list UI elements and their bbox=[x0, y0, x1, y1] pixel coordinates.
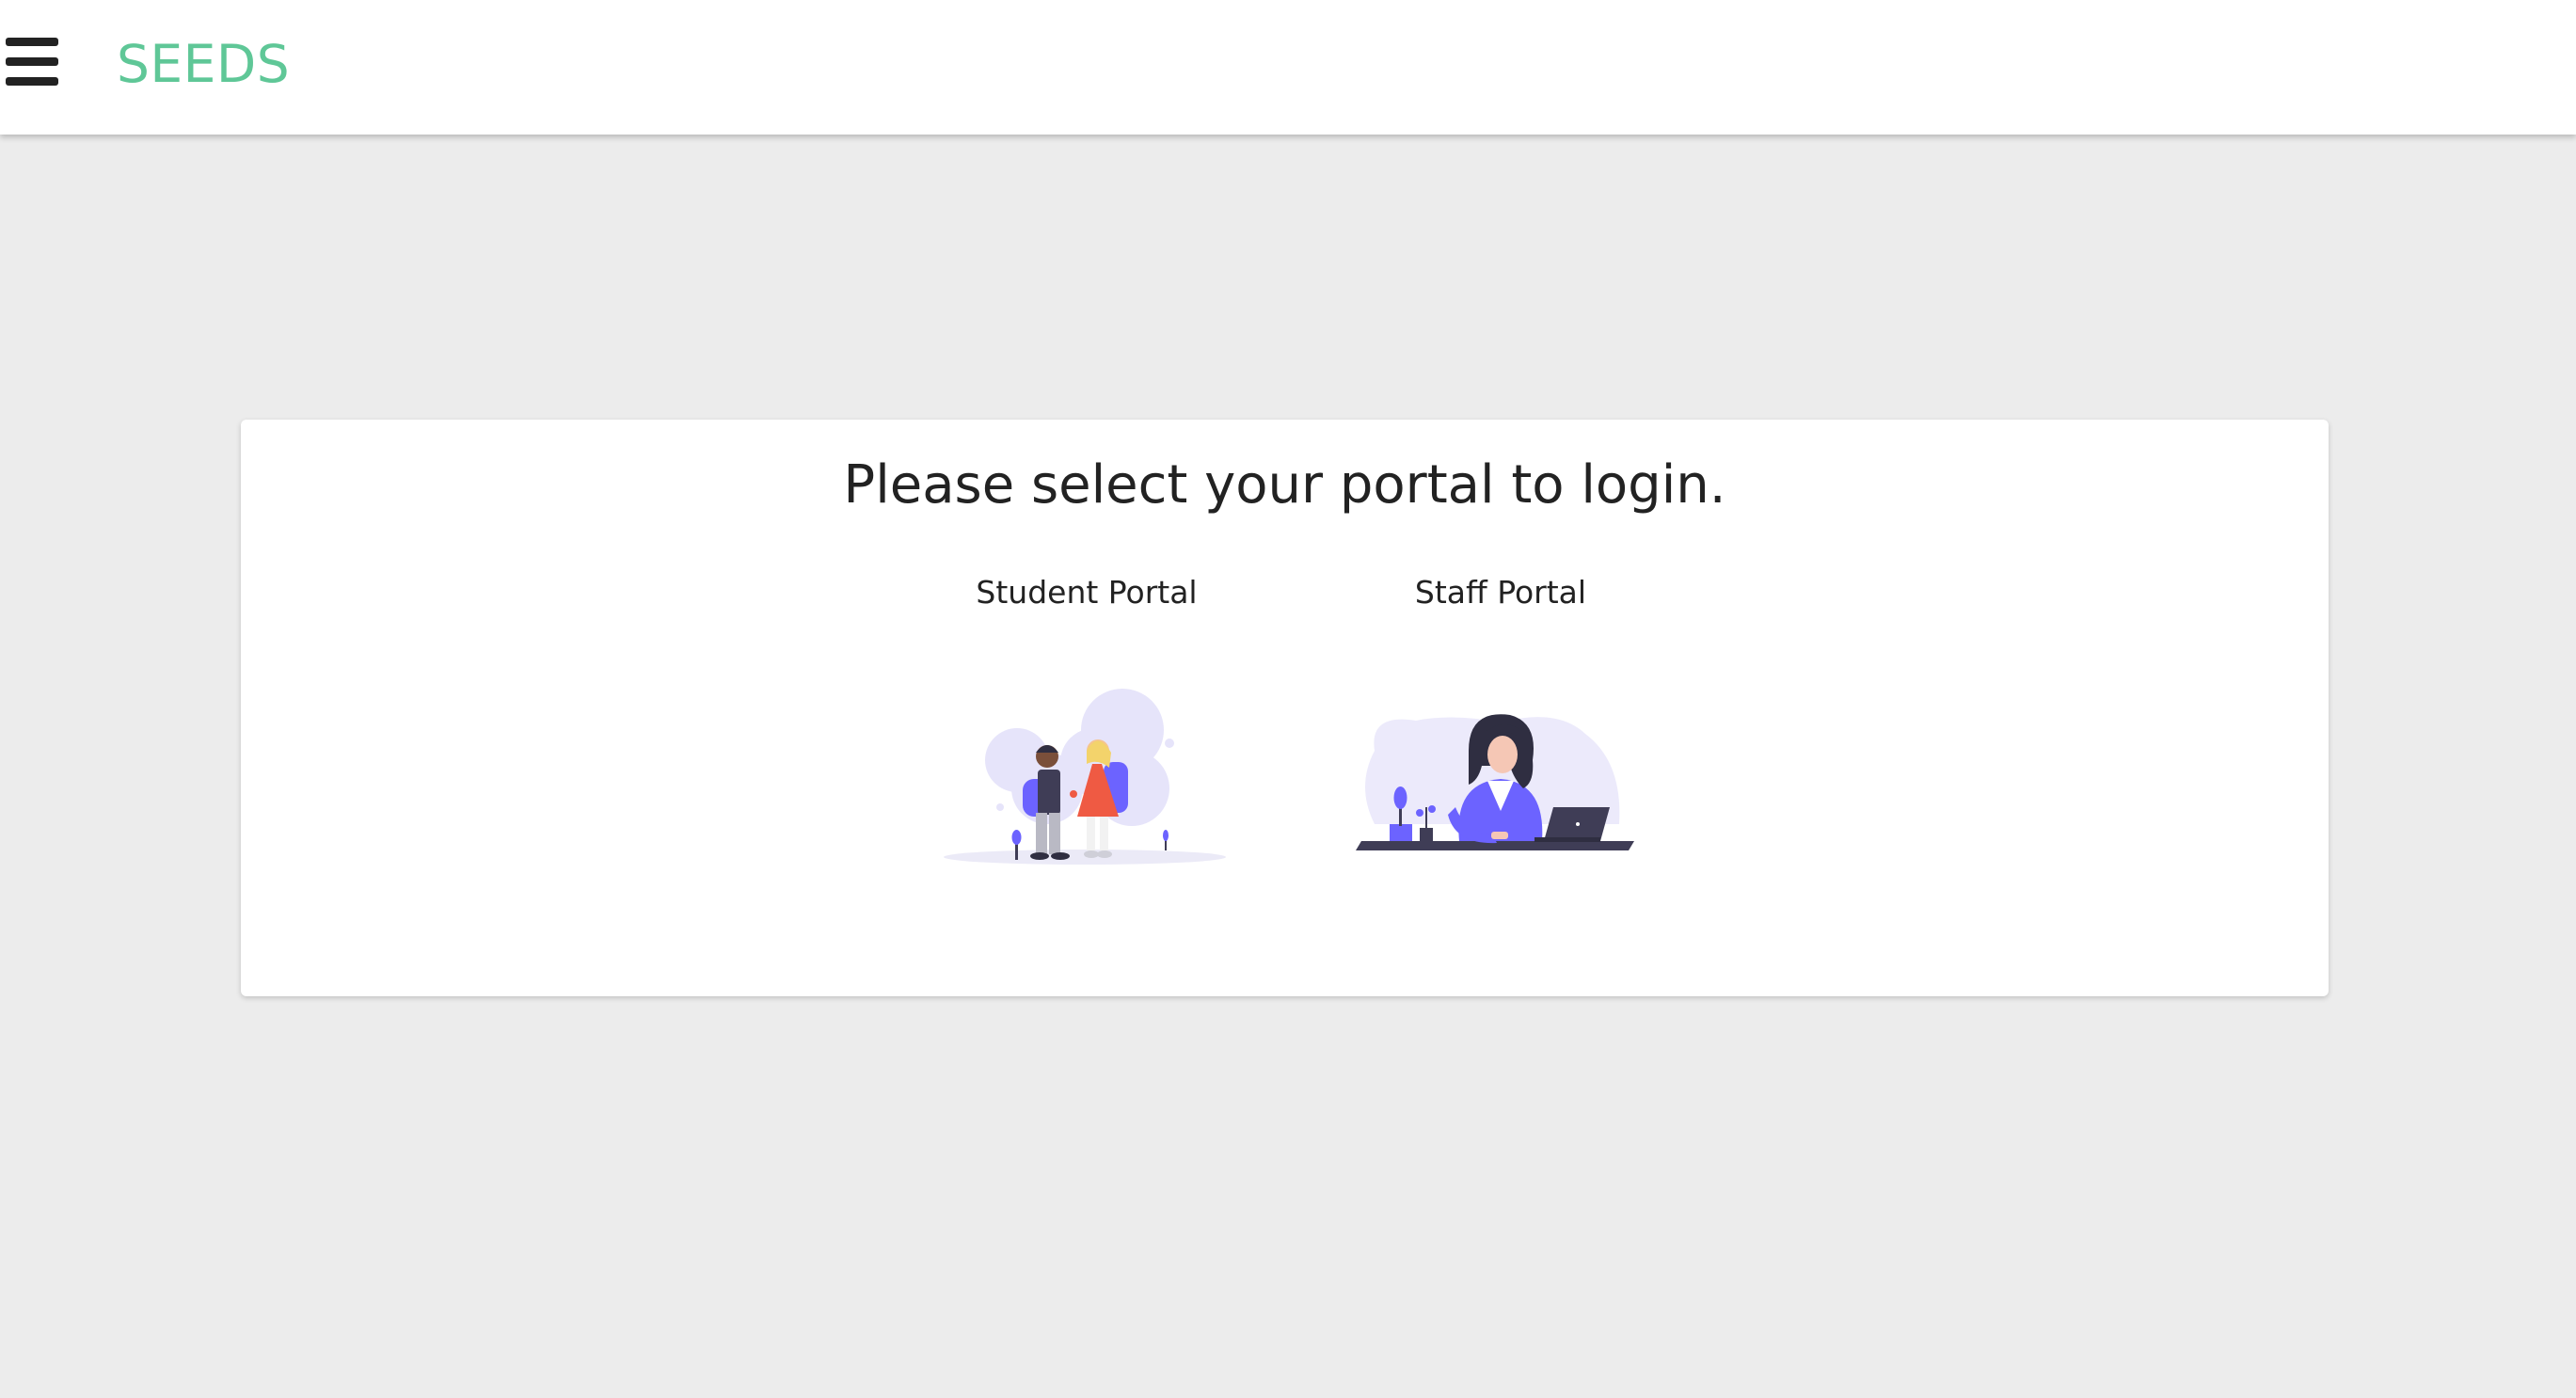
portal-selection-card: Please select your portal to login. Stud… bbox=[241, 420, 2329, 996]
page-title: Please select your portal to login. bbox=[843, 454, 1726, 516]
app-bar: SEEDS bbox=[0, 0, 2576, 135]
staff-illustration bbox=[1356, 714, 1634, 850]
staff-portal-option[interactable]: Staff Portal bbox=[1341, 572, 1661, 873]
student-portal-label: Student Portal bbox=[976, 574, 1198, 611]
brand-logo-text[interactable]: SEEDS bbox=[117, 34, 290, 94]
students-illustration bbox=[944, 689, 1226, 865]
student-portal-option[interactable]: Student Portal bbox=[927, 572, 1247, 873]
hamburger-menu-icon[interactable] bbox=[4, 38, 60, 88]
staff-portal-label: Staff Portal bbox=[1414, 574, 1587, 611]
